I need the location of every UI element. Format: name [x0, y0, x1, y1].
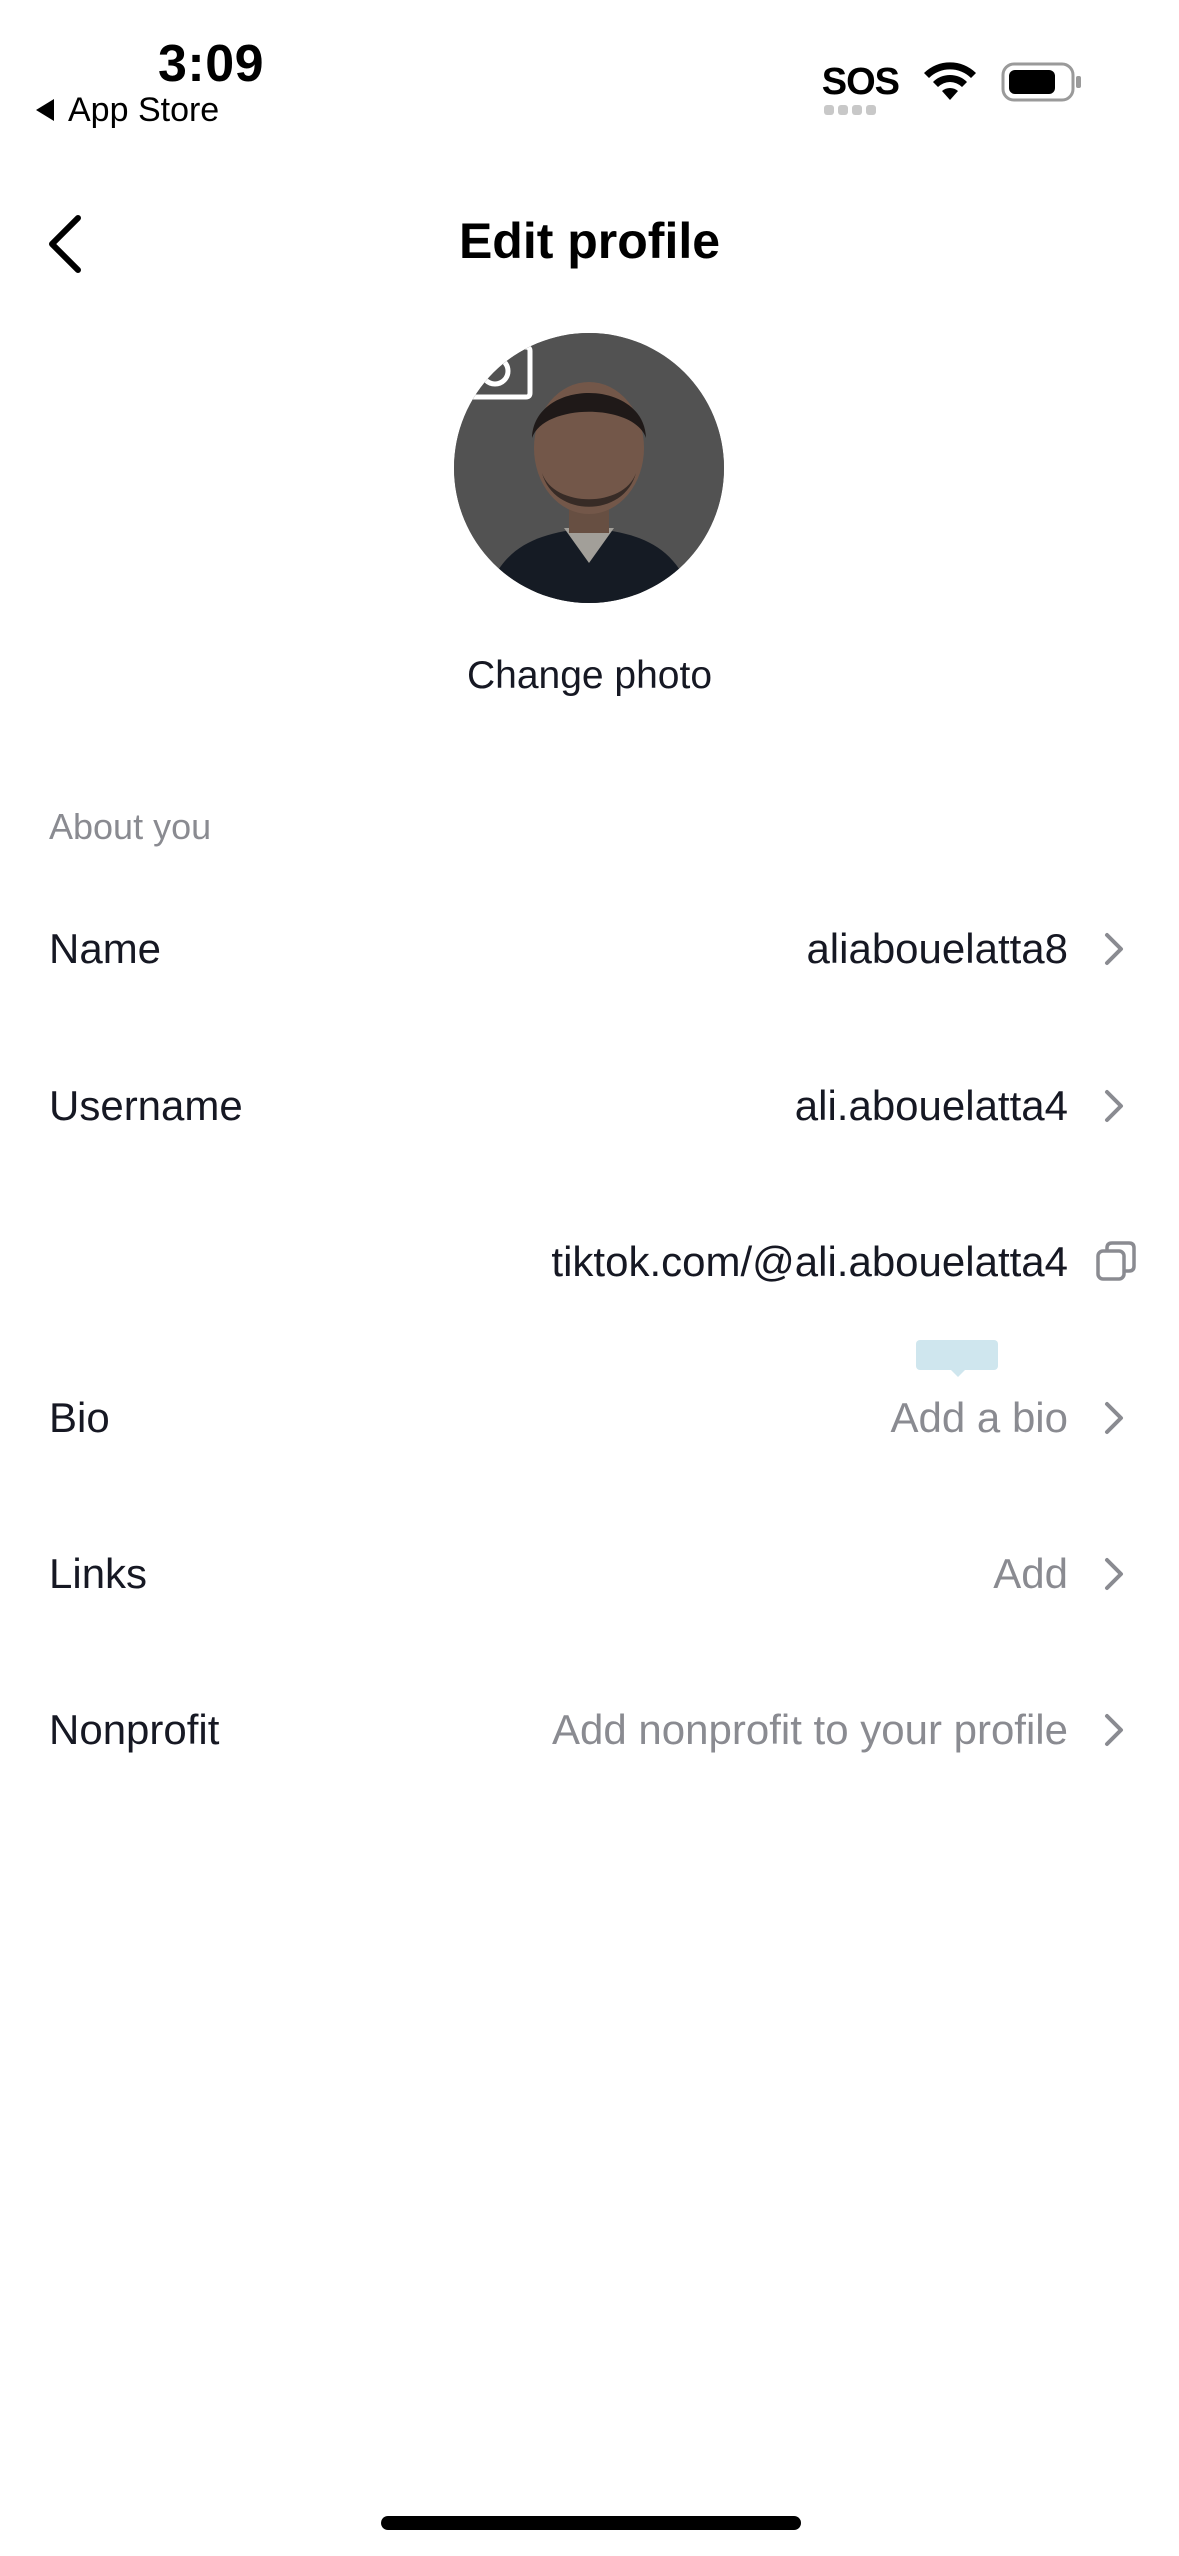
back-to-app-store[interactable]: App Store	[36, 90, 219, 130]
sos-indicator: SOS	[821, 60, 900, 115]
home-indicator[interactable]	[381, 2516, 801, 2530]
username-label: Username	[49, 1082, 243, 1129]
profile-link-row: tiktok.com/@ali.abouelatta4	[0, 1202, 1179, 1322]
wifi-icon	[924, 62, 976, 100]
change-photo-button[interactable]: Change photo	[0, 654, 1179, 698]
name-row[interactable]: Name aliabouelatta8	[0, 889, 1179, 1009]
name-label: Name	[49, 925, 162, 972]
links-value: Add	[993, 1550, 1068, 1597]
status-indicators: SOS	[821, 60, 1083, 115]
profile-link-value: tiktok.com/@ali.abouelatta4	[551, 1238, 1068, 1285]
username-row[interactable]: Username ali.abouelatta4	[0, 1046, 1179, 1166]
username-value: ali.abouelatta4	[794, 1082, 1068, 1129]
sos-label: SOS	[821, 60, 900, 103]
nonprofit-label: Nonprofit	[49, 1706, 220, 1753]
battery-icon	[1001, 62, 1081, 102]
back-triangle-icon	[36, 99, 54, 121]
chevron-right-icon	[1105, 1714, 1123, 1746]
avatar[interactable]	[454, 333, 724, 603]
nonprofit-value: Add nonprofit to your profile	[552, 1706, 1068, 1753]
chevron-right-icon	[1105, 1402, 1123, 1434]
bio-row[interactable]: Bio Add a bio	[0, 1358, 1179, 1478]
copy-icon[interactable]	[1095, 1240, 1137, 1282]
page-title: Edit profile	[458, 213, 721, 269]
nonprofit-row[interactable]: Nonprofit Add nonprofit to your profile	[0, 1670, 1179, 1790]
back-app-label: App Store	[68, 90, 220, 129]
chevron-right-icon	[1105, 1090, 1123, 1122]
section-heading: About you	[49, 806, 212, 847]
name-value: aliabouelatta8	[806, 925, 1068, 972]
links-label: Links	[49, 1550, 148, 1597]
status-time: 3:09	[158, 35, 265, 93]
chevron-right-icon	[1105, 1558, 1123, 1590]
bio-value: Add a bio	[890, 1394, 1068, 1441]
chevron-right-icon	[1105, 933, 1123, 965]
bio-label: Bio	[49, 1394, 110, 1441]
signal-dots	[823, 104, 880, 115]
camera-icon	[457, 335, 533, 400]
links-row[interactable]: Links Add	[0, 1514, 1179, 1634]
